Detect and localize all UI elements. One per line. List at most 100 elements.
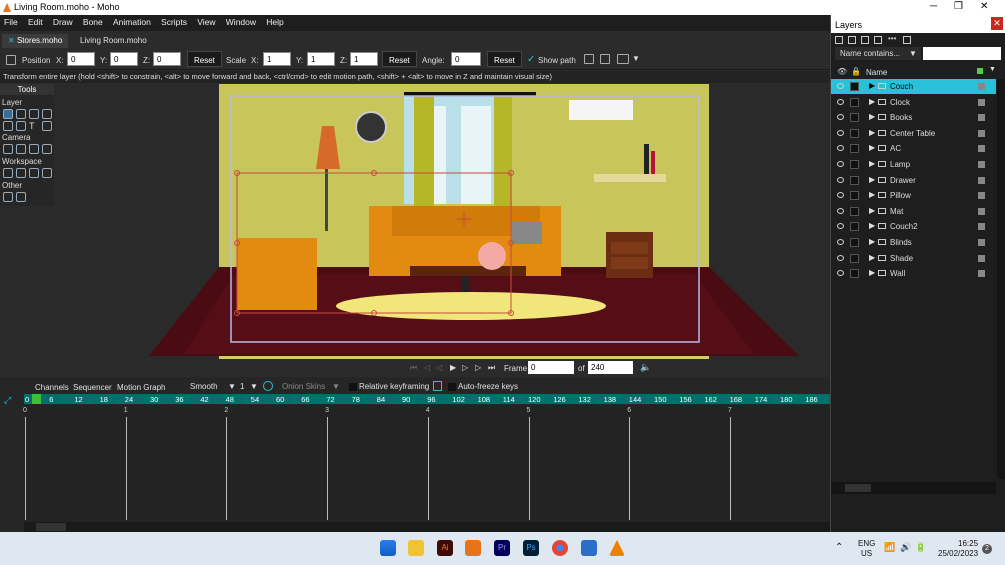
layer-row-wall[interactable]: ▶ Wall [831, 266, 996, 281]
lock-checkbox[interactable] [850, 128, 859, 138]
visibility-eye-icon[interactable] [837, 98, 844, 105]
onion-chevron-icon[interactable]: ▼ [332, 382, 340, 391]
interpolation-select[interactable]: Smooth [190, 382, 218, 391]
layer-row-lamp[interactable]: ▶ Lamp [831, 157, 996, 172]
speaker-icon[interactable]: 🔈 [640, 362, 651, 373]
timeline-scrollbar[interactable] [24, 522, 830, 532]
clock-time[interactable]: 16:25 [958, 539, 978, 548]
menu-draw[interactable]: Draw [49, 15, 77, 29]
battery-icon[interactable]: 🔋 [915, 542, 926, 553]
layer-row-shade[interactable]: ▶ Shade [831, 251, 996, 266]
new-group-icon[interactable] [861, 36, 869, 44]
tab-motion-graph[interactable]: Motion Graph [117, 383, 165, 392]
playhead-marker[interactable] [32, 394, 41, 404]
layer-color-swatch[interactable] [978, 270, 985, 278]
premiere-icon[interactable]: Pr [494, 540, 510, 556]
layer-options-icon[interactable] [617, 54, 629, 64]
text-tool-icon[interactable]: T [29, 121, 39, 131]
relative-keyframing-checkbox[interactable] [349, 383, 357, 391]
layer-color-swatch[interactable] [978, 239, 985, 246]
expand-arrow-icon[interactable]: ▶ [869, 97, 875, 106]
layer-color-swatch[interactable] [978, 129, 985, 137]
expand-arrow-icon[interactable]: ▶ [869, 221, 875, 230]
transform-layer-tool-icon[interactable] [3, 109, 13, 119]
layer-row-couch[interactable]: ▶ Couch [831, 79, 996, 94]
wifi-icon[interactable]: 📶 [884, 542, 895, 553]
menu-animation[interactable]: Animation [109, 15, 155, 29]
rotate-workspace-icon[interactable] [29, 168, 39, 178]
visibility-eye-icon[interactable] [837, 145, 844, 152]
layer-color-swatch[interactable] [978, 98, 985, 106]
position-z-field[interactable]: 0 [153, 52, 181, 66]
layer-row-couch2[interactable]: ▶ Couch2 [831, 219, 996, 234]
translate-tool-icon[interactable] [16, 109, 26, 119]
angle-field[interactable]: 0 [451, 52, 481, 66]
tab-sequencer[interactable]: Sequencer [73, 383, 112, 392]
interp-count-select[interactable]: 1 [240, 382, 244, 391]
duplicate-layer-icon[interactable] [848, 36, 856, 44]
lock-checkbox[interactable] [850, 253, 859, 263]
menu-window[interactable]: Window [222, 15, 260, 29]
lock-checkbox[interactable] [850, 269, 859, 279]
layer-color-swatch[interactable] [978, 145, 985, 153]
expand-arrow-icon[interactable]: ▶ [869, 112, 875, 121]
layer-color-swatch[interactable] [978, 207, 985, 215]
step-back-icon[interactable]: ◁ [424, 363, 430, 372]
menu-scripts[interactable]: Scripts [157, 15, 191, 29]
visibility-eye-icon[interactable] [837, 114, 844, 121]
expand-arrow-icon[interactable]: ▶ [869, 81, 875, 90]
lock-checkbox[interactable] [850, 144, 859, 154]
lock-checkbox[interactable] [850, 206, 859, 216]
rotate-tool-icon[interactable] [29, 109, 39, 119]
layer-color-swatch[interactable] [978, 114, 985, 122]
layer-color-swatch[interactable] [978, 176, 985, 184]
scene-illustration[interactable] [54, 84, 830, 359]
filter-input[interactable] [923, 47, 1001, 60]
path-option2-icon[interactable] [600, 54, 610, 64]
filter-chevron-icon[interactable]: ▼ [909, 49, 917, 58]
other-tool-icon[interactable] [3, 192, 13, 202]
show-path-checkbox[interactable]: ✓ [527, 54, 535, 65]
column-chevron-icon[interactable]: ▼ [989, 66, 996, 73]
layer-color-swatch[interactable] [978, 192, 985, 200]
character-tool-icon[interactable] [16, 192, 26, 202]
scale-reset-button[interactable]: Reset [382, 51, 417, 67]
camera-zoom-icon[interactable] [16, 144, 26, 154]
layers-vscroll[interactable] [997, 79, 1005, 479]
expand-arrow-icon[interactable]: ▶ [869, 268, 875, 277]
fast-forward-icon[interactable]: ⏭ [488, 363, 495, 373]
visibility-eye-icon[interactable] [837, 254, 844, 261]
layers-close-button[interactable]: ✕ [991, 17, 1003, 30]
layer-row-clock[interactable]: ▶ Clock [831, 95, 996, 110]
layer-row-drawer[interactable]: ▶ Drawer [831, 173, 996, 188]
windows-start-icon[interactable] [380, 540, 396, 556]
illustrator-icon[interactable]: Ai [437, 540, 453, 556]
expand-arrow-icon[interactable]: ▶ [869, 128, 875, 137]
rewind-icon[interactable]: ⏮ [410, 363, 417, 373]
camera-roll-icon[interactable] [29, 144, 39, 154]
timeline-tracks[interactable]: 0 1 2 3 4 5 6 7 [23, 405, 830, 522]
play-icon[interactable]: ▶ [450, 363, 456, 372]
menu-edit[interactable]: Edit [24, 15, 47, 29]
layer-row-center-table[interactable]: ▶ Center Table [831, 126, 996, 141]
minimize-button[interactable]: ─ [930, 1, 937, 12]
scale-y-field[interactable]: 1 [307, 52, 335, 66]
freeze-icon[interactable] [433, 381, 442, 391]
moho-taskbar-icon[interactable] [465, 540, 481, 556]
close-window-button[interactable]: ✕ [980, 1, 988, 12]
visibility-eye-icon[interactable] [837, 129, 844, 136]
expand-arrow-icon[interactable]: ▶ [869, 253, 875, 262]
scale-x-field[interactable]: 1 [263, 52, 291, 66]
more-options-icon[interactable]: ••• [888, 34, 896, 43]
scale-tool-icon[interactable] [42, 109, 52, 119]
notepad-icon[interactable] [581, 540, 597, 556]
lock-checkbox[interactable] [850, 113, 859, 123]
chevron-down-icon[interactable]: ▼ [632, 54, 640, 63]
visibility-eye-icon[interactable] [837, 161, 844, 167]
expand-arrow-icon[interactable]: ▶ [869, 143, 875, 152]
next-key-icon[interactable]: ▷ [462, 363, 468, 372]
layer-row-pillow[interactable]: ▶ Pillow [831, 188, 996, 203]
position-y-field[interactable]: 0 [110, 52, 138, 66]
visibility-eye-icon[interactable] [837, 239, 844, 245]
prev-key-icon[interactable]: ◁ [436, 363, 442, 372]
